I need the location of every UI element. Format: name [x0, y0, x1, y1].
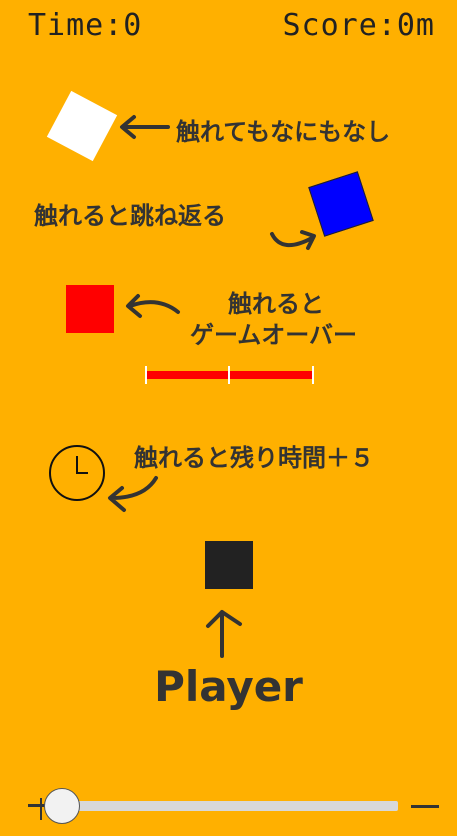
blue-block-label: 触れると跳ね返る: [34, 202, 226, 230]
slider-max-mark: [411, 805, 439, 808]
slider-thumb[interactable]: [44, 788, 80, 824]
time-display: Time:0: [28, 8, 143, 43]
red-block: [66, 285, 114, 333]
curved-arrow-left-icon: [126, 294, 180, 318]
arrow-left-icon: [120, 115, 170, 139]
arrow-up-icon: [206, 610, 242, 658]
red-block-label-line2: ゲームオーバー: [190, 321, 358, 349]
clock-label: 触れると残り時間＋５: [134, 444, 374, 472]
bar-tick: [228, 366, 230, 384]
white-block-label: 触れてもなにもなし: [176, 118, 391, 146]
score-display: Score:0m: [282, 8, 435, 43]
bar-tick: [312, 366, 314, 384]
red-block-label-line1: 触れると: [228, 290, 324, 318]
player-label: Player: [154, 662, 303, 711]
curved-arrow-icon: [270, 230, 316, 250]
player-block: [205, 541, 253, 589]
bar-tick: [145, 366, 147, 384]
curved-arrow-down-left-icon: [108, 476, 158, 512]
clock-icon: [49, 445, 105, 501]
slider-track[interactable]: [60, 801, 398, 811]
red-bar: [145, 366, 314, 384]
white-block: [46, 90, 118, 162]
slider-min-tick: [40, 798, 42, 820]
